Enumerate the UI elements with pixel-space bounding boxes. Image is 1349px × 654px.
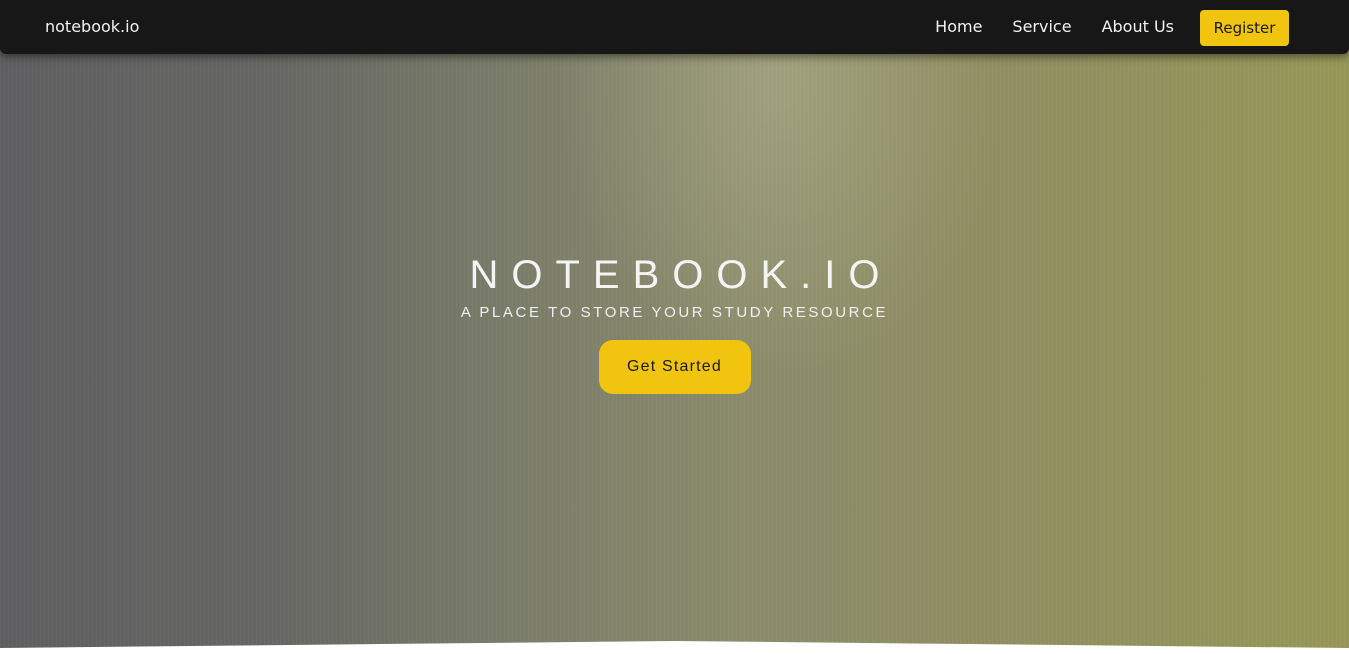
hero-title: NOTEBOOK.IO bbox=[469, 253, 893, 297]
navbar: notebook.io Home Service About Us Regist… bbox=[0, 0, 1349, 54]
register-button[interactable]: Register bbox=[1200, 10, 1289, 46]
get-started-button[interactable]: Get Started bbox=[598, 340, 751, 394]
hero-subtitle: A PLACE TO STORE YOUR STUDY RESOURCE bbox=[460, 304, 889, 321]
page: NOTEBOOK.IO A PLACE TO STORE YOUR STUDY … bbox=[0, 0, 1349, 654]
hero-bottom-curve bbox=[0, 641, 1349, 654]
nav-link-service[interactable]: Service bbox=[1012, 17, 1071, 37]
nav-link-about-us[interactable]: About Us bbox=[1102, 17, 1174, 37]
hero-content: NOTEBOOK.IO A PLACE TO STORE YOUR STUDY … bbox=[0, 252, 1349, 394]
brand-logo-link[interactable]: notebook.io bbox=[45, 17, 139, 37]
nav-links: Home Service About Us bbox=[935, 17, 1174, 37]
hero-section: NOTEBOOK.IO A PLACE TO STORE YOUR STUDY … bbox=[0, 0, 1349, 654]
nav-link-home[interactable]: Home bbox=[935, 17, 982, 37]
